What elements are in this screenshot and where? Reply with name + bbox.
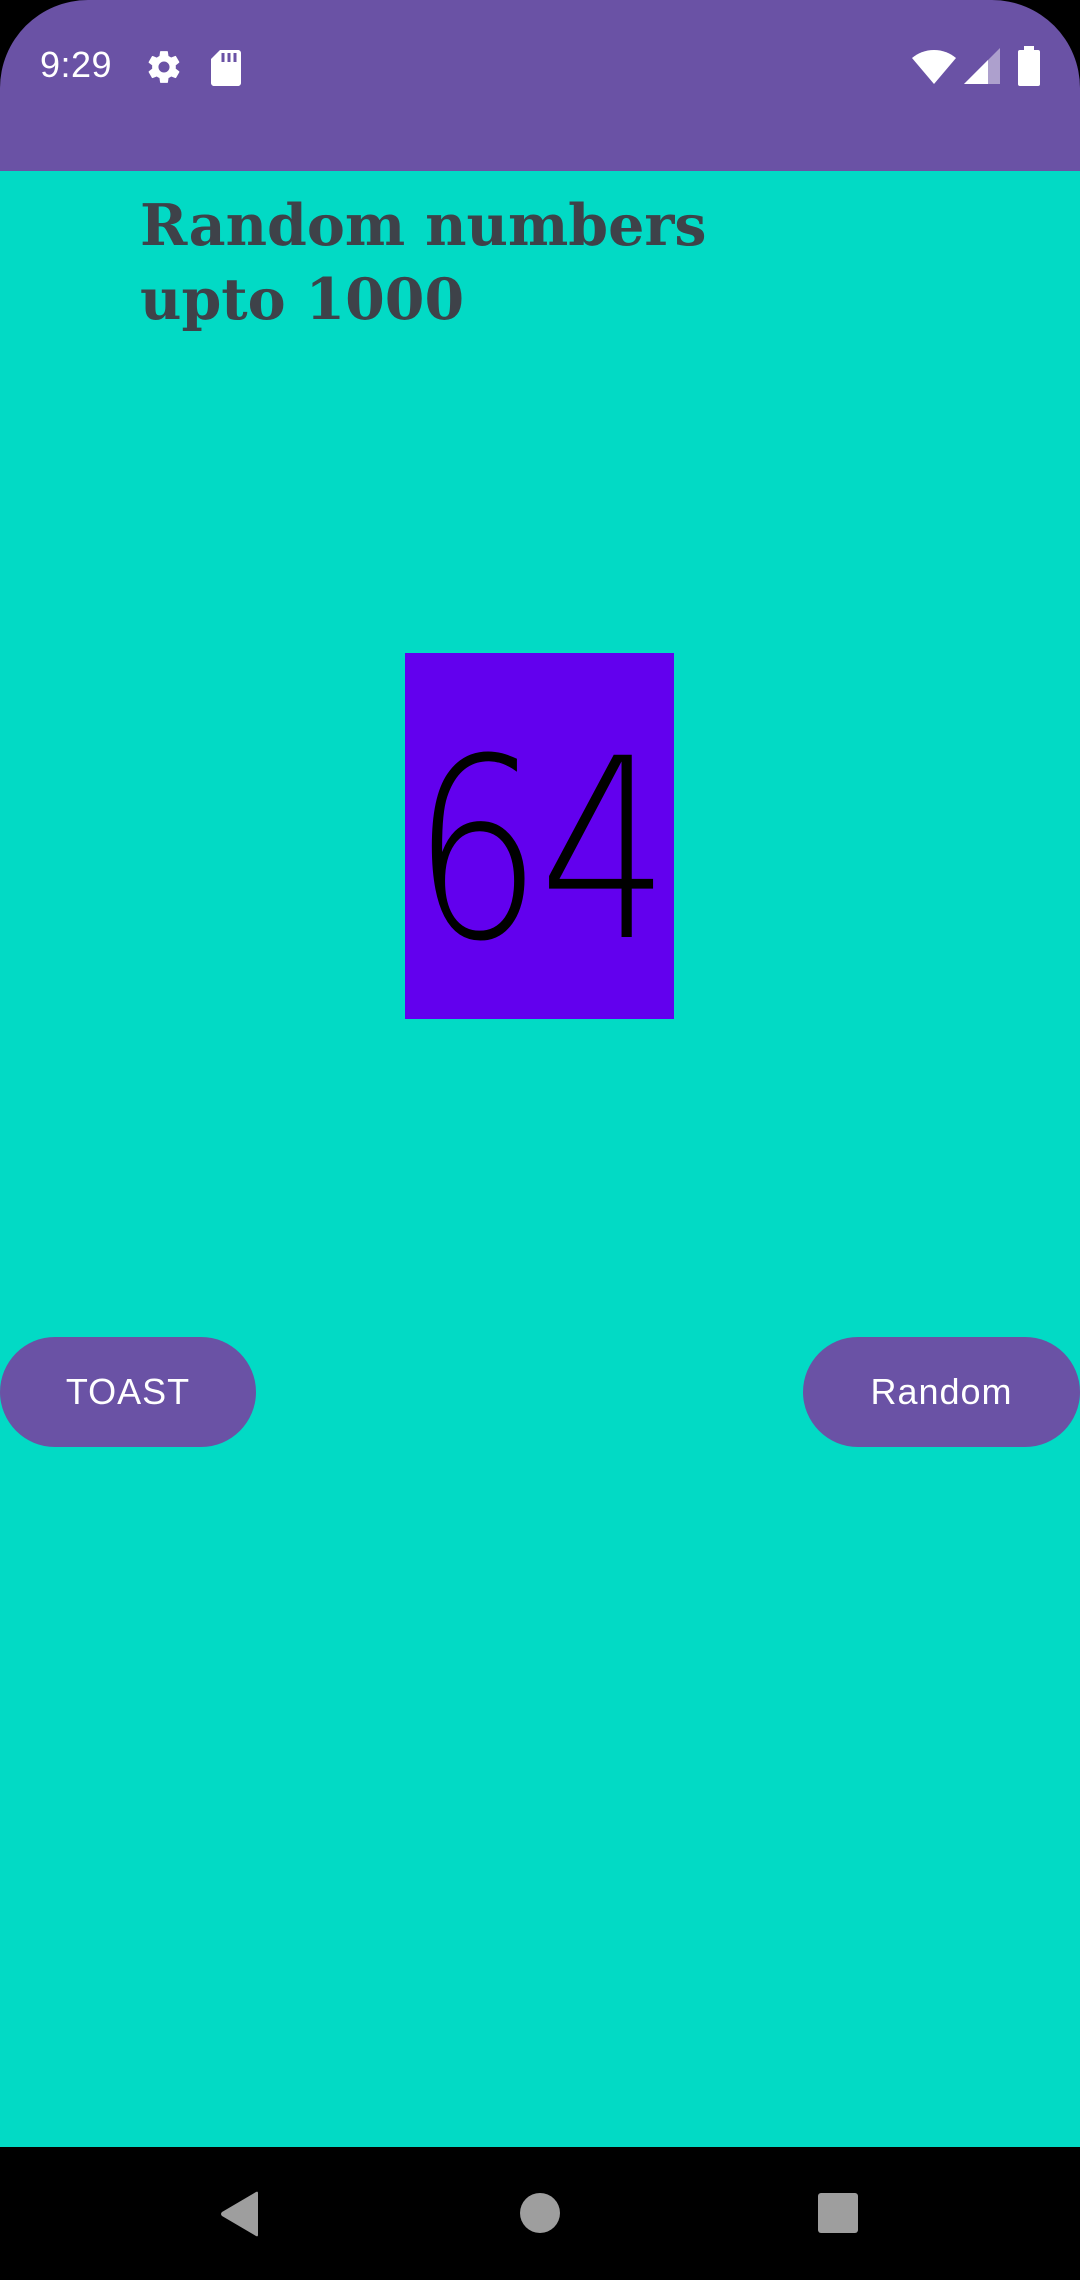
gear-icon — [148, 51, 180, 83]
page-title: Random numbers upto 1000 — [140, 192, 707, 333]
device-screen: 9:29 Random numbers upto 1000 64 TOAST R… — [0, 0, 1080, 2280]
app-content: Random numbers upto 1000 64 TOAST Random — [0, 171, 1080, 2147]
back-icon[interactable] — [218, 2191, 262, 2237]
battery-icon — [1018, 46, 1040, 86]
status-bar: 9:29 — [0, 0, 1080, 171]
navigation-bar — [0, 2147, 1080, 2280]
signal-icon — [964, 48, 1000, 84]
random-number-display: 64 — [405, 653, 674, 1019]
sd-card-icon — [211, 50, 241, 86]
random-number-value: 64 — [412, 705, 670, 996]
toast-button[interactable]: TOAST — [0, 1337, 256, 1447]
wifi-icon — [912, 50, 956, 84]
random-button[interactable]: Random — [803, 1337, 1080, 1447]
home-icon[interactable] — [520, 2193, 560, 2233]
recents-icon[interactable] — [818, 2193, 858, 2233]
status-time: 9:29 — [40, 44, 113, 85]
